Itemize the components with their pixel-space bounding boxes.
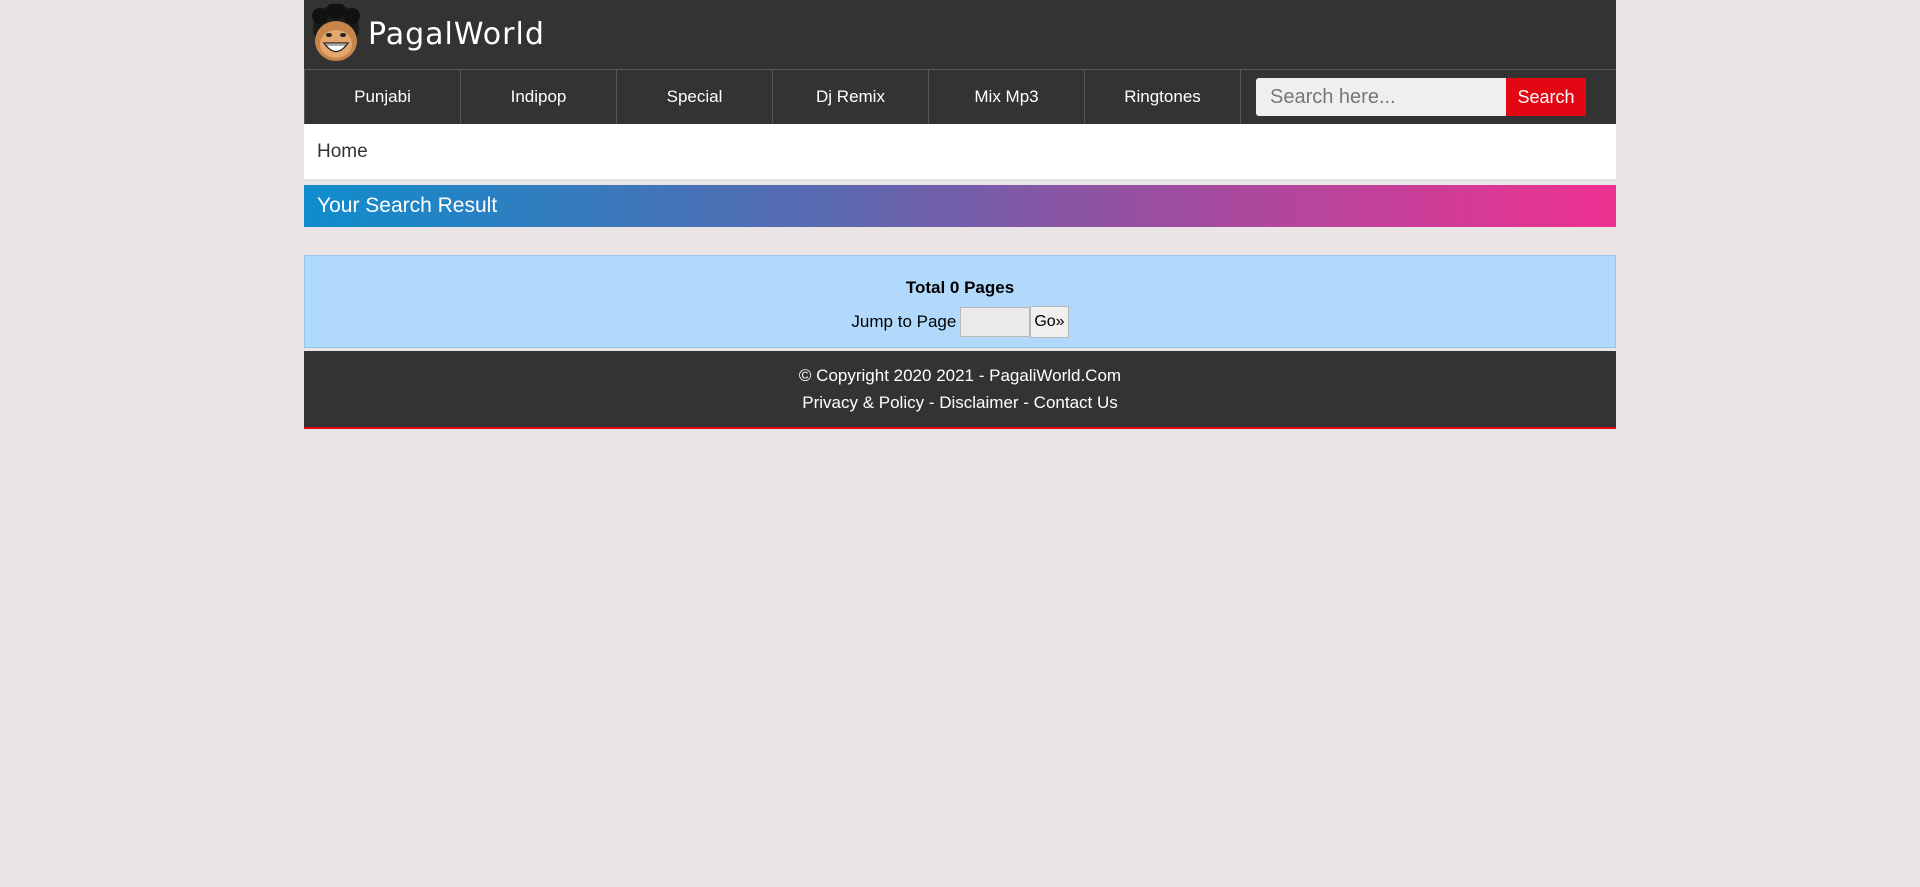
footer-links: Privacy & Policy - Disclaimer - Contact … [304, 393, 1616, 413]
jump-to-page-row: Jump to Page Go» [305, 306, 1615, 338]
site-header: PagalWorld [304, 0, 1616, 69]
main-nav: Punjabi Indipop Special Dj Remix Mix Mp3… [304, 69, 1616, 124]
disclaimer-link[interactable]: Disclaimer [939, 393, 1018, 412]
jump-to-page-label: Jump to Page [851, 312, 957, 331]
logo-text: PagalWorld [368, 16, 545, 52]
footer-separator: - [1018, 393, 1034, 412]
nav-item-mix-mp3[interactable]: Mix Mp3 [929, 70, 1085, 124]
search-result-title: Your Search Result [317, 194, 498, 217]
contact-us-link[interactable]: Contact Us [1034, 393, 1118, 412]
search-button[interactable]: Search [1506, 78, 1586, 116]
site-footer: © Copyright 2020 2021 - PagaliWorld.Com … [304, 351, 1616, 429]
breadcrumb: Home [304, 124, 1616, 181]
go-button[interactable]: Go» [1030, 306, 1069, 338]
breadcrumb-home[interactable]: Home [317, 141, 368, 163]
footer-separator: - [924, 393, 940, 412]
search-result-heading: Your Search Result [304, 185, 1616, 227]
smiling-face-logo-icon [312, 4, 360, 61]
jump-page-input[interactable] [960, 307, 1031, 337]
search-form: Search [1241, 70, 1586, 124]
pagination-panel: Total 0 Pages Jump to Page Go» [304, 255, 1616, 348]
search-input[interactable] [1256, 78, 1506, 116]
total-pages-text: Total 0 Pages [905, 278, 1015, 297]
nav-item-punjabi[interactable]: Punjabi [304, 70, 461, 124]
site-logo[interactable]: PagalWorld [310, 4, 545, 64]
nav-item-special[interactable]: Special [617, 70, 773, 124]
nav-item-ringtones[interactable]: Ringtones [1085, 70, 1241, 124]
nav-item-dj-remix[interactable]: Dj Remix [773, 70, 929, 124]
copyright-text: © Copyright 2020 2021 - PagaliWorld.Com [798, 366, 1122, 385]
page-container: PagalWorld Punjabi Indipop Special Dj Re… [304, 0, 1616, 429]
nav-item-indipop[interactable]: Indipop [461, 70, 617, 124]
privacy-policy-link[interactable]: Privacy & Policy [802, 393, 924, 412]
